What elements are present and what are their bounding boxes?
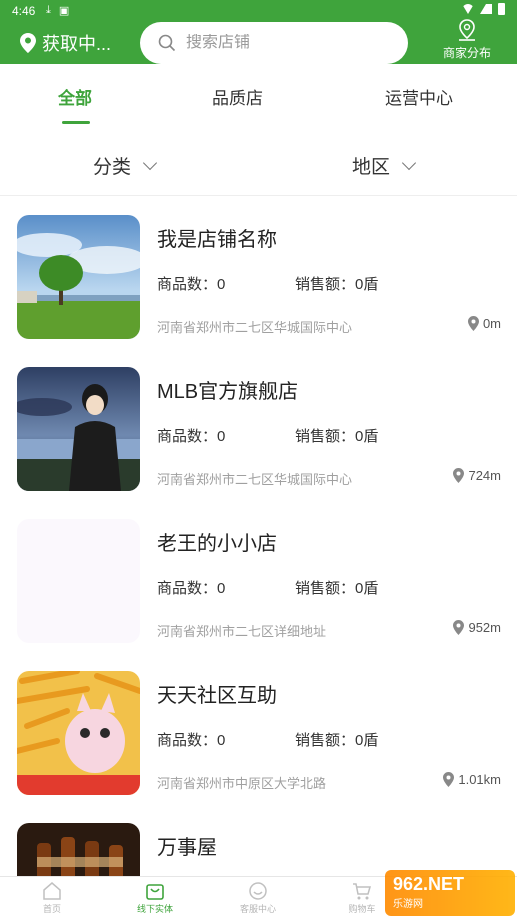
shop-thumbnail <box>17 519 140 643</box>
shop-item[interactable]: 老王的小小店 商品数：0 销售额：0盾 河南省郑州市二七区详细地址 952m <box>0 500 517 652</box>
goods-count: 商品数：0 <box>157 428 226 445</box>
shop-name: 老王的小小店 <box>157 533 277 555</box>
distance-value: 1.01km <box>458 772 501 787</box>
tab-operation-center[interactable]: 运营中心 <box>385 84 453 109</box>
map-pin-icon <box>459 19 475 41</box>
distance-pin-icon <box>453 620 465 635</box>
sales-amount: 销售额：0盾 <box>295 276 379 293</box>
smile-icon <box>249 882 267 900</box>
sales-amount: 销售额：0盾 <box>295 428 379 445</box>
shop-name: MLB官方旗舰店 <box>157 381 299 403</box>
region-filter-label: 地区 <box>352 157 391 178</box>
battery-icon <box>498 3 505 15</box>
download-icon: ⤓ <box>46 4 51 16</box>
tab-quality-stores[interactable]: 品质店 <box>212 84 263 109</box>
nav-customer-service-label: 客服中心 <box>239 904 276 914</box>
app-notification-icon: ▣ <box>58 5 70 17</box>
shop-thumbnail <box>17 823 140 876</box>
location-pin-icon <box>20 33 36 53</box>
sales-amount: 销售额：0盾 <box>295 580 379 597</box>
shop-address: 河南省郑州市二七区华城国际中心 <box>157 472 353 487</box>
nav-offline-stores-label: 线下实体 <box>136 904 173 914</box>
wifi-icon <box>462 4 474 14</box>
home-icon <box>43 882 61 900</box>
shop-address: 河南省郑州市二七区详细地址 <box>157 624 327 639</box>
distance-pin-icon <box>453 468 465 483</box>
status-time: 4:46 <box>12 4 36 18</box>
nav-home-label: 首页 <box>42 904 61 914</box>
watermark-logo: 962.NET 乐游网 <box>385 870 515 916</box>
nav-home[interactable]: 首页 <box>12 881 92 915</box>
chevron-down-icon <box>142 155 158 170</box>
shop-item[interactable]: MLB官方旗舰店 商品数：0 销售额：0盾 河南省郑州市二七区华城国际中心 72… <box>0 348 517 500</box>
distance-value: 0m <box>482 316 501 331</box>
shop-distance: 724m <box>453 468 501 483</box>
nav-offline-stores[interactable]: 线下实体 <box>115 881 195 915</box>
chevron-down-icon <box>401 155 417 170</box>
nav-cart-label: 购物车 <box>348 904 376 914</box>
merchant-map-label: 商家分布 <box>442 46 491 60</box>
shop-name: 万事屋 <box>157 837 217 859</box>
shop-thumbnail <box>17 367 140 491</box>
shop-distance: 0m <box>467 316 501 331</box>
shop-item[interactable]: 万事屋 <box>0 804 517 876</box>
category-filter-label: 分类 <box>93 157 132 178</box>
sales-amount: 销售额：0盾 <box>295 732 379 749</box>
shop-address: 河南省郑州市二七区华城国际中心 <box>157 320 353 335</box>
cart-icon <box>353 883 371 900</box>
top-header: 4:46 ⤓ ▣ 获取中... 商家分布 <box>0 0 517 64</box>
goods-count: 商品数：0 <box>157 732 226 749</box>
shop-thumbnail <box>17 215 140 339</box>
shop-bag-icon <box>146 884 164 900</box>
watermark-line2: 乐游网 <box>393 899 423 910</box>
shop-distance: 952m <box>453 620 501 635</box>
shop-name: 天天社区互助 <box>157 685 277 707</box>
distance-pin-icon <box>467 316 479 331</box>
nav-customer-service[interactable]: 客服中心 <box>218 881 298 915</box>
merchant-map-button[interactable]: 商家分布 <box>436 18 498 61</box>
search-icon <box>158 34 176 52</box>
location-label: 获取中... <box>42 34 112 54</box>
active-tab-indicator <box>62 121 90 124</box>
shop-address: 河南省郑州市中原区大学北路 <box>157 776 327 791</box>
filter-bar: 分类 地区 <box>0 130 517 196</box>
watermark-line1: 962.NET <box>393 874 465 894</box>
shop-distance: 1.01km <box>443 772 501 787</box>
goods-count: 商品数：0 <box>157 276 226 293</box>
signal-icon <box>480 4 492 14</box>
shop-item[interactable]: 天天社区互助 商品数：0 销售额：0盾 河南省郑州市中原区大学北路 1.01km <box>0 652 517 804</box>
search-bar[interactable] <box>140 22 408 64</box>
goods-count: 商品数：0 <box>157 580 226 597</box>
region-filter[interactable]: 地区 <box>352 152 417 179</box>
shop-name: 我是店铺名称 <box>157 229 277 251</box>
shop-item[interactable]: 我是店铺名称 商品数：0 销售额：0盾 河南省郑州市二七区华城国际中心 0m <box>0 196 517 348</box>
location-selector[interactable]: 获取中... <box>20 30 111 56</box>
notification-icons: ⤓ ▣ <box>46 4 69 17</box>
distance-value: 952m <box>468 620 501 635</box>
system-icons <box>462 3 505 15</box>
tab-all[interactable]: 全部 <box>58 84 92 109</box>
distance-pin-icon <box>443 772 455 787</box>
search-input[interactable] <box>186 34 386 52</box>
category-filter[interactable]: 分类 <box>93 152 158 179</box>
shop-thumbnail <box>17 671 140 795</box>
distance-value: 724m <box>468 468 501 483</box>
store-tabs: 全部 品质店 运营中心 <box>0 64 517 130</box>
